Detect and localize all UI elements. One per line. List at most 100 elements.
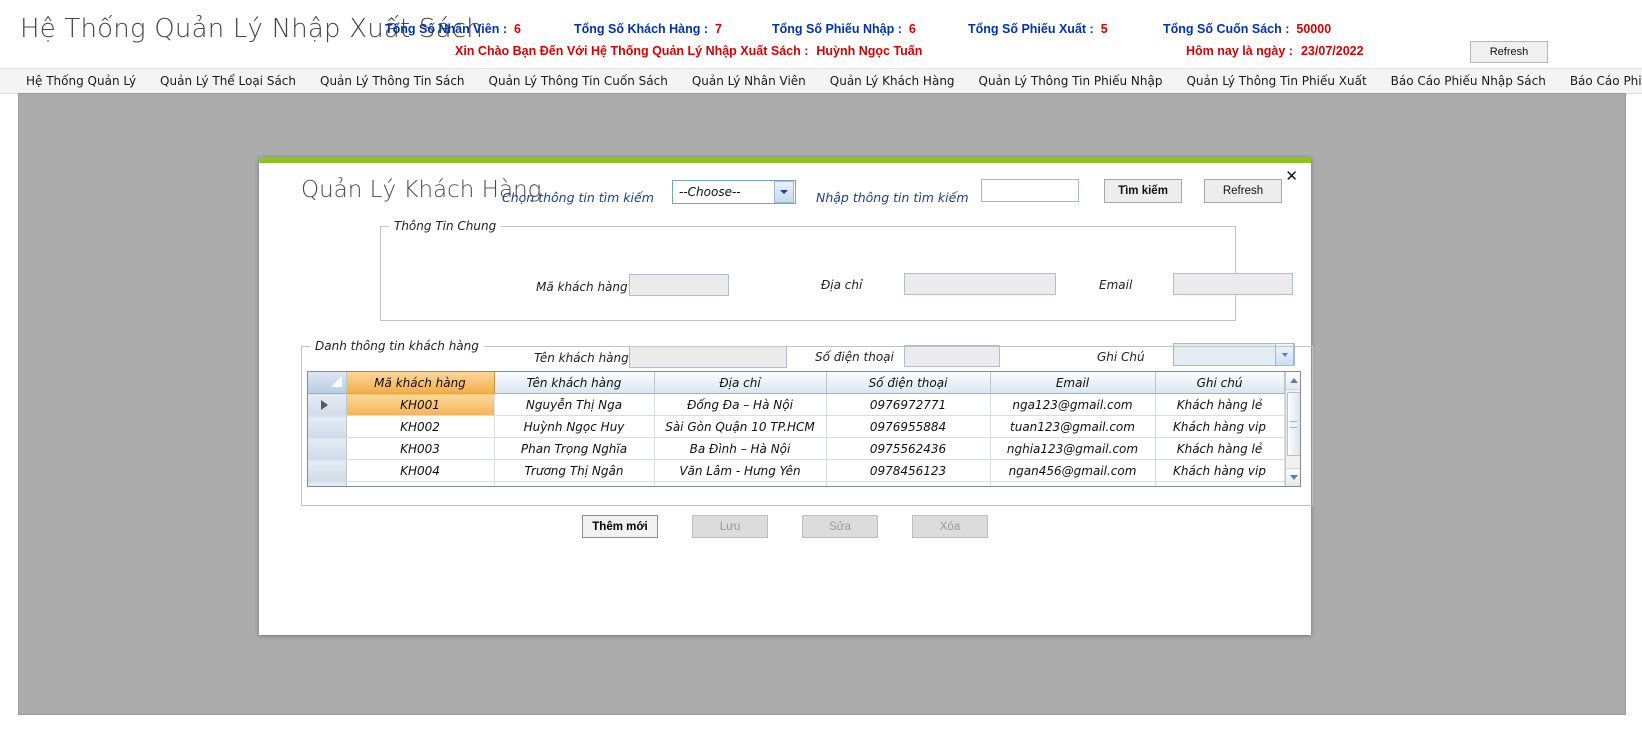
search-criteria-label: Chọn thông tin tìm kiếm	[502, 190, 654, 205]
search-term-label: Nhập thông tin tìm kiếm	[816, 190, 969, 205]
customer-grid: Mã khách hàng Tên khách hàng Địa chỉ Số …	[307, 371, 1301, 487]
stat-customers-value: 7	[715, 22, 722, 36]
menu-item-khach-hang[interactable]: Quản Lý Khách Hàng	[818, 69, 967, 93]
triangle-icon	[330, 376, 342, 387]
stat-import-slips-value: 6	[908, 22, 916, 36]
scrollbar-thumb[interactable]	[1286, 392, 1300, 456]
email-field[interactable]	[1173, 273, 1293, 295]
cell-sdt: 0963123456	[826, 481, 991, 486]
email-label: Email	[1099, 278, 1133, 292]
row-selector[interactable]	[308, 437, 347, 460]
table-row[interactable]: KH005 Trần Tiến Dũng Quận 12 TP.HCM 0963…	[308, 481, 1285, 486]
today-date: Hôm nay là ngày : 23/07/2022	[1186, 44, 1364, 58]
stat-export-slips-label: Tổng Số Phiếu Xuất :	[968, 22, 1094, 36]
col-header-dia-chi[interactable]: Địa chỉ	[654, 372, 827, 394]
add-new-button[interactable]: Thêm mới	[582, 515, 658, 538]
cell-ten: Trương Thị Ngân	[494, 459, 655, 482]
chevron-down-icon[interactable]	[774, 181, 794, 203]
table-row[interactable]: KH003 Phan Trọng Nghĩa Ba Đình – Hà Nội …	[308, 437, 1285, 460]
app-header: Hệ Thống Quản Lý Nhập Xuất Sách Tổng Số …	[0, 0, 1642, 68]
cell-sdt: 0976972771	[826, 393, 991, 416]
menu-item-thong-tin-sach[interactable]: Quản Lý Thông Tin Sách	[308, 69, 477, 93]
table-row[interactable]: KH002 Huỳnh Ngọc Huy Sài Gòn Quận 10 TP.…	[308, 415, 1285, 438]
search-criteria-select[interactable]: --Choose--	[672, 180, 796, 204]
save-button[interactable]: Lưu	[692, 515, 768, 538]
row-selector[interactable]	[308, 415, 347, 438]
search-input[interactable]	[981, 179, 1079, 202]
edit-button[interactable]: Sửa	[802, 515, 878, 538]
stat-books-value: 50000	[1296, 22, 1332, 36]
dialog-accent-bar	[259, 157, 1311, 163]
stat-customers: Tổng Số Khách Hàng : 7	[574, 22, 722, 36]
cell-email: ngan456@gmail.com	[990, 459, 1156, 482]
cell-ma: KH002	[346, 415, 495, 438]
table-row[interactable]: KH004 Trương Thị Ngân Văn Lâm - Hưng Yên…	[308, 459, 1285, 482]
scroll-down-arrow-icon[interactable]	[1285, 468, 1300, 486]
stat-import-slips: Tổng Số Phiếu Nhập : 6	[772, 22, 916, 36]
menu-item-thong-tin-cuon-sach[interactable]: Quản Lý Thông Tin Cuốn Sách	[477, 69, 680, 93]
cell-email: dung789@gmail.com	[990, 481, 1156, 486]
cell-ghichu: Khách hàng vip	[1155, 415, 1285, 438]
mdi-workspace: ✕ Quản Lý Khách Hàng Chọn thông tin tìm …	[18, 93, 1626, 715]
cell-sdt: 0975562436	[826, 437, 991, 460]
cell-diachi: Ba Đình – Hà Nội	[654, 437, 827, 460]
col-header-email[interactable]: Email	[990, 372, 1156, 394]
row-selector[interactable]	[308, 393, 347, 416]
today-label: Hôm nay là ngày :	[1186, 44, 1293, 58]
customer-code-field[interactable]	[629, 274, 729, 296]
stat-export-slips: Tổng Số Phiếu Xuất : 5	[968, 22, 1108, 36]
cell-email: nga123@gmail.com	[990, 393, 1156, 416]
cell-ghichu: Khách hàng lẻ	[1155, 481, 1285, 486]
customer-list-group: Danh thông tin khách hàng Mã khách hàng …	[301, 339, 1313, 506]
header-refresh-button[interactable]: Refresh	[1470, 41, 1548, 63]
row-selector[interactable]	[308, 481, 347, 486]
cell-ma: KH003	[346, 437, 495, 460]
col-header-ghi-chu[interactable]: Ghi chú	[1155, 372, 1285, 394]
cell-ghichu: Khách hàng vip	[1155, 459, 1285, 482]
stat-export-slips-value: 5	[1100, 22, 1108, 36]
welcome-username: Huỳnh Ngọc Tuấn	[816, 44, 923, 58]
col-header-ten-khach-hang[interactable]: Tên khách hàng	[494, 372, 655, 394]
stat-import-slips-label: Tổng Số Phiếu Nhập :	[772, 22, 902, 36]
menu-item-the-loai-sach[interactable]: Quản Lý Thể Loại Sách	[148, 69, 308, 93]
general-info-legend: Thông Tin Chung	[394, 219, 497, 233]
cell-diachi: Đống Đa – Hà Nội	[654, 393, 827, 416]
address-field[interactable]	[904, 273, 1056, 295]
customer-table: Mã khách hàng Tên khách hàng Địa chỉ Số …	[308, 372, 1285, 486]
customer-code-label: Mã khách hàng	[536, 280, 628, 294]
search-button[interactable]: Tìm kiếm	[1104, 179, 1182, 203]
stat-employees-label: Tổng Số Nhân Viên :	[385, 22, 507, 36]
scroll-up-arrow-icon[interactable]	[1285, 372, 1300, 390]
dialog-refresh-button[interactable]: Refresh	[1204, 179, 1282, 203]
menu-item-nhan-vien[interactable]: Quản Lý Nhân Viên	[680, 69, 818, 93]
grid-select-all-corner[interactable]	[308, 372, 347, 394]
menu-item-phieu-nhap[interactable]: Quản Lý Thông Tin Phiếu Nhập	[967, 69, 1175, 93]
col-header-ma-khach-hang[interactable]: Mã khách hàng	[346, 372, 495, 394]
stat-employees: Tổng Số Nhân Viên : 6	[385, 22, 521, 36]
cell-diachi: Sài Gòn Quận 10 TP.HCM	[654, 415, 827, 438]
grid-vertical-scrollbar[interactable]	[1284, 372, 1300, 486]
cell-ma: KH004	[346, 459, 495, 482]
cell-ten: Trần Tiến Dũng	[494, 481, 655, 486]
cell-ten: Nguyễn Thị Nga	[494, 393, 655, 416]
col-header-so-dien-thoai[interactable]: Số điện thoại	[826, 372, 991, 394]
cell-diachi: Quận 12 TP.HCM	[654, 481, 827, 486]
dialog-close-icon[interactable]: ✕	[1285, 169, 1298, 184]
cell-diachi: Văn Lâm - Hưng Yên	[654, 459, 827, 482]
table-row[interactable]: KH001 Nguyễn Thị Nga Đống Đa – Hà Nội 09…	[308, 393, 1285, 416]
cell-ten: Phan Trọng Nghĩa	[494, 437, 655, 460]
menu-item-phieu-xuat[interactable]: Quản Lý Thông Tin Phiếu Xuất	[1174, 69, 1378, 93]
table-header-row: Mã khách hàng Tên khách hàng Địa chỉ Số …	[308, 372, 1285, 394]
customer-list-legend: Danh thông tin khách hàng	[315, 339, 479, 353]
row-selector[interactable]	[308, 459, 347, 482]
cell-ma: KH001	[346, 393, 495, 416]
cell-ma: KH005	[346, 481, 495, 486]
cell-sdt: 0976955884	[826, 415, 991, 438]
delete-button[interactable]: Xóa	[912, 515, 988, 538]
menu-item-bao-cao-phieu-xuat[interactable]: Báo Cáo Phiếu Xuất Sách	[1558, 69, 1642, 93]
menu-item-bao-cao-phieu-nhap[interactable]: Báo Cáo Phiếu Nhập Sách	[1379, 69, 1558, 93]
search-criteria-value: --Choose--	[679, 185, 741, 199]
cell-email: tuan123@gmail.com	[990, 415, 1156, 438]
cell-ghichu: Khách hàng lẻ	[1155, 437, 1285, 460]
menu-item-he-thong-quan-ly[interactable]: Hệ Thống Quản Lý	[14, 69, 148, 93]
